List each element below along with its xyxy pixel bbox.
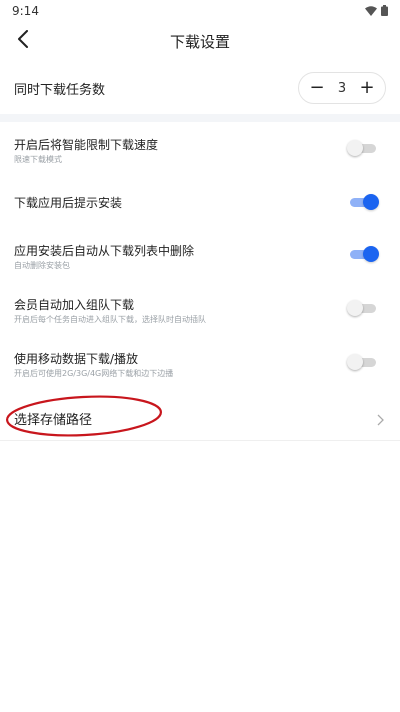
title-bar: 下载设置: [0, 22, 400, 60]
toggle-knob: [363, 194, 379, 210]
setting-subtitle: 开启后每个任务自动进入组队下载，选择队时自动插队: [14, 315, 206, 324]
status-icons: [365, 5, 388, 16]
wifi-icon: [365, 5, 377, 16]
setting-auto-delete: 应用安装后自动从下载列表中删除 自动删除安装包: [0, 234, 400, 278]
decrement-button[interactable]: −: [309, 79, 325, 97]
setting-title: 开启后将智能限制下载速度: [14, 138, 159, 152]
highlight-annotation-ellipse: [5, 395, 163, 437]
concurrent-tasks-row: 同时下载任务数 − 3 +: [0, 68, 400, 108]
setting-title: 下载应用后提示安装: [14, 196, 123, 210]
setting-title: 会员自动加入组队下载: [14, 298, 135, 312]
mobile-data-toggle[interactable]: [347, 354, 378, 370]
speed-limit-toggle[interactable]: [347, 140, 378, 156]
concurrent-tasks-label: 同时下载任务数: [14, 83, 106, 98]
stepper-value: 3: [337, 80, 347, 96]
toggle-knob: [347, 300, 363, 316]
setting-speed-limit: 开启后将智能限制下载速度 限速下载模式: [0, 128, 400, 172]
setting-title: 应用安装后自动从下载列表中删除: [14, 244, 195, 258]
increment-button[interactable]: +: [359, 79, 375, 97]
setting-subtitle: 开启后可使用2G/3G/4G网络下载和边下边播: [14, 369, 174, 378]
setting-team-download: 会员自动加入组队下载 开启后每个任务自动进入组队下载，选择队时自动插队: [0, 288, 400, 332]
team-download-toggle[interactable]: [347, 300, 378, 316]
prompt-install-toggle[interactable]: [348, 194, 379, 210]
setting-subtitle: 限速下载模式: [14, 155, 62, 164]
page-title: 下载设置: [169, 33, 230, 51]
concurrent-tasks-stepper: − 3 +: [298, 72, 386, 104]
setting-prompt-install: 下载应用后提示安装: [0, 182, 400, 222]
status-bar: 9:14: [0, 0, 400, 22]
auto-delete-toggle[interactable]: [348, 246, 379, 262]
toggle-knob: [363, 246, 379, 262]
setting-mobile-data: 使用移动数据下载/播放 开启后可使用2G/3G/4G网络下载和边下边播: [0, 342, 400, 386]
toggle-knob: [347, 354, 363, 370]
setting-subtitle: 自动删除安装包: [14, 261, 70, 270]
status-time: 9:14: [12, 4, 39, 18]
section-divider: [0, 114, 400, 122]
setting-title: 使用移动数据下载/播放: [14, 352, 139, 366]
battery-icon: [381, 5, 388, 16]
toggle-knob: [347, 140, 363, 156]
row-divider: [0, 440, 400, 441]
chevron-right-icon: [377, 411, 384, 430]
